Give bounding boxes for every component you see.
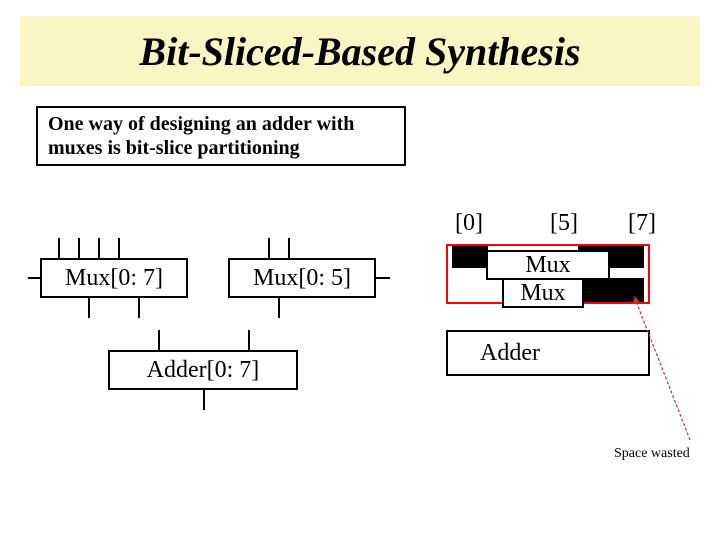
adder-a-box: Adder[0: 7] (108, 350, 298, 390)
mux-bottom-label: Mux (520, 280, 565, 307)
arrow-space-wasted (620, 290, 720, 460)
wire-sel (28, 277, 40, 279)
wire-out (278, 298, 280, 318)
mux-b-box: Mux[0: 5] (228, 258, 376, 298)
subtitle-box: One way of designing an adder with muxes… (36, 106, 406, 166)
mux-top-label: Mux (525, 252, 570, 279)
wire-in (158, 330, 160, 350)
wire-out (88, 298, 90, 318)
space-wasted-note: Space wasted (614, 446, 690, 462)
wire-in (288, 238, 290, 258)
mux-a-box: Mux[0: 7] (40, 258, 188, 298)
mux-bottom-box: Mux (502, 278, 584, 308)
wire-in (268, 238, 270, 258)
wire-in (98, 238, 100, 258)
wire-out (203, 390, 205, 410)
slide-title: Bit-Sliced-Based Synthesis (139, 28, 580, 75)
index-5: [5] (550, 210, 578, 237)
adder-right-label: Adder (480, 340, 540, 367)
mux-a-label: Mux[0: 7] (65, 265, 163, 292)
diagram-left: Mux[0: 7] Mux[0: 5] Adder[0: 7] (28, 210, 398, 430)
wire-in (248, 330, 250, 350)
index-7: [7] (628, 210, 656, 237)
index-0: [0] (455, 210, 483, 237)
wire-in (78, 238, 80, 258)
mux-top-box: Mux (486, 250, 610, 280)
adder-a-label: Adder[0: 7] (147, 357, 260, 384)
subtitle-text: One way of designing an adder with muxes… (48, 112, 394, 160)
wire-in (58, 238, 60, 258)
wire-out (138, 298, 140, 318)
wire-sel (376, 277, 390, 279)
wire-in (118, 238, 120, 258)
title-band: Bit-Sliced-Based Synthesis (20, 16, 700, 86)
mux-b-label: Mux[0: 5] (253, 265, 351, 292)
